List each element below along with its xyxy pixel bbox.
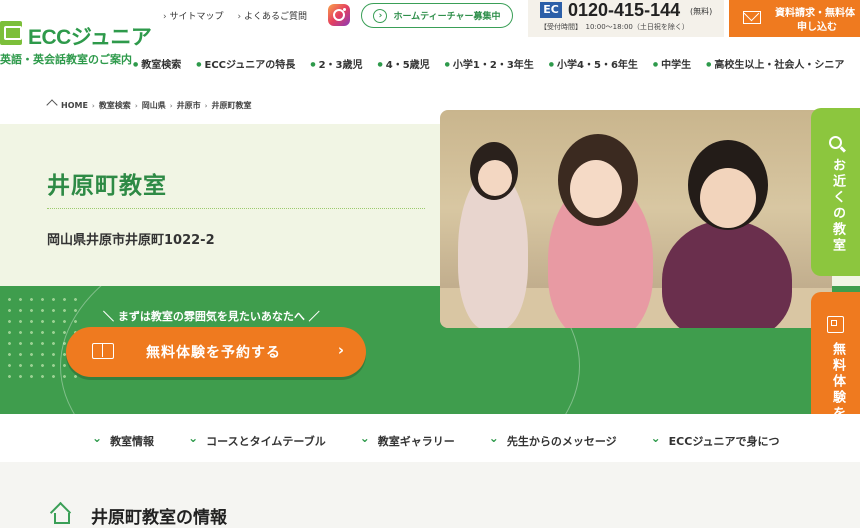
title-divider	[47, 208, 425, 209]
subnav-item-info[interactable]: 教室情報	[92, 431, 154, 449]
breadcrumb-current: 井原町教室	[211, 101, 252, 110]
nav-item-age-2-3[interactable]: 2・3歳児	[310, 56, 363, 71]
top-links: サイトマップ よくあるご質問	[163, 9, 307, 22]
classroom-subnav: 教室情報 コースとタイムテーブル 教室ギャラリー 先生からのメッセージ ECCジ…	[0, 414, 860, 462]
subnav-item-skills[interactable]: ECCジュニアで身につ	[651, 431, 780, 449]
request-label-line1: 資料請求・無料体	[775, 8, 855, 19]
hero-photo	[440, 110, 832, 328]
sitemap-link[interactable]: サイトマップ	[163, 9, 223, 22]
nav-item-high-school-adult[interactable]: 高校生以上・社会人・シニア	[706, 56, 844, 71]
nearby-classroom-label: お近くの教室	[830, 158, 845, 254]
chevron-right-icon: ›	[373, 8, 388, 23]
book-free-trial-button[interactable]: 無料体験を予約する ›	[66, 327, 366, 377]
house-icon	[50, 503, 70, 524]
nearby-classroom-tab[interactable]: お近くの教室	[811, 108, 860, 276]
child-figure	[662, 220, 792, 328]
subnav-item-gallery[interactable]: 教室ギャラリー	[360, 431, 455, 449]
breadcrumb-separator: ›	[169, 101, 173, 110]
nav-item-grade-1-3[interactable]: 小学1・2・3年生	[445, 56, 534, 71]
breadcrumb-separator: ›	[91, 101, 95, 110]
phone-free-label: (無料)	[690, 7, 713, 16]
blocks-icon	[827, 316, 844, 333]
nav-item-grade-4-6[interactable]: 小学4・5・6年生	[549, 56, 638, 71]
nav-item-features[interactable]: ECCジュニアの特長	[196, 56, 296, 71]
subnav-item-courses[interactable]: コースとタイムテーブル	[188, 431, 326, 449]
child-face	[570, 160, 622, 218]
search-icon	[829, 136, 842, 149]
child-face	[700, 168, 756, 228]
book-icon	[92, 343, 114, 359]
request-label-line2: 申し込む	[797, 22, 837, 33]
main-nav: 教室検索 ECCジュニアの特長 2・3歳児 4・5歳児 小学1・2・3年生 小学…	[133, 56, 844, 71]
breadcrumb: HOME › 教室検索 › 岡山県 › 井原市 › 井原町教室	[47, 100, 251, 111]
phone-contact: EC 0120-415-144 (無料) 【受付時間】 10:00〜18:00（…	[528, 0, 724, 37]
breadcrumb-classroom-search[interactable]: 教室検索	[99, 100, 131, 111]
logo-text[interactable]: ECCジュニア	[28, 21, 152, 51]
teacher-button-label: ホームティーチャー募集中	[393, 12, 501, 22]
breadcrumb-separator: ›	[204, 101, 208, 110]
mail-icon	[743, 11, 761, 24]
site-header: ECCジュニア 英語・英会話教室のご案内 サイトマップ よくあるご質問 › ホー…	[0, 0, 860, 82]
chevron-right-icon: ›	[337, 341, 344, 359]
phone-hours: 【受付時間】 10:00〜18:00（土日祝を除く）	[540, 23, 689, 31]
request-materials-button[interactable]: 資料請求・無料体 申し込む	[729, 0, 860, 37]
home-teacher-recruit-button[interactable]: › ホームティーチャー募集中	[361, 3, 513, 28]
breadcrumb-city[interactable]: 井原市	[177, 100, 201, 111]
child-face	[478, 160, 512, 196]
nav-item-age-4-5[interactable]: 4・5歳児	[377, 56, 430, 71]
classroom-address: 岡山県井原市井原町1022-2	[47, 233, 215, 248]
nav-item-junior-high[interactable]: 中学生	[653, 56, 691, 71]
free-dial-icon: EC	[540, 2, 562, 18]
cta-catchphrase: ＼ まずは教室の雰囲気を見たいあなたへ ／	[103, 310, 320, 323]
page-title: 井原町教室	[47, 173, 167, 199]
logo-subtitle: 英語・英会話教室のご案内	[0, 53, 132, 66]
logo-icon[interactable]	[0, 21, 22, 45]
home-icon	[47, 101, 57, 110]
subnav-items: 教室情報 コースとタイムテーブル 教室ギャラリー 先生からのメッセージ ECCジ…	[92, 431, 780, 449]
page: ECCジュニア 英語・英会話教室のご案内 サイトマップ よくあるご質問 › ホー…	[0, 0, 860, 528]
phone-number[interactable]: 0120-415-144	[568, 0, 680, 21]
instagram-icon[interactable]	[328, 4, 350, 26]
breadcrumb-home[interactable]: HOME	[61, 101, 88, 110]
subnav-item-teacher-message[interactable]: 先生からのメッセージ	[489, 431, 617, 449]
breadcrumb-prefecture[interactable]: 岡山県	[142, 100, 166, 111]
faq-link[interactable]: よくあるご質問	[237, 9, 307, 22]
section-title: 井原町教室の情報	[91, 508, 227, 528]
breadcrumb-separator: ›	[134, 101, 138, 110]
nav-item-classroom-search[interactable]: 教室検索	[133, 56, 181, 71]
cta-label: 無料体験を予約する	[146, 345, 281, 361]
